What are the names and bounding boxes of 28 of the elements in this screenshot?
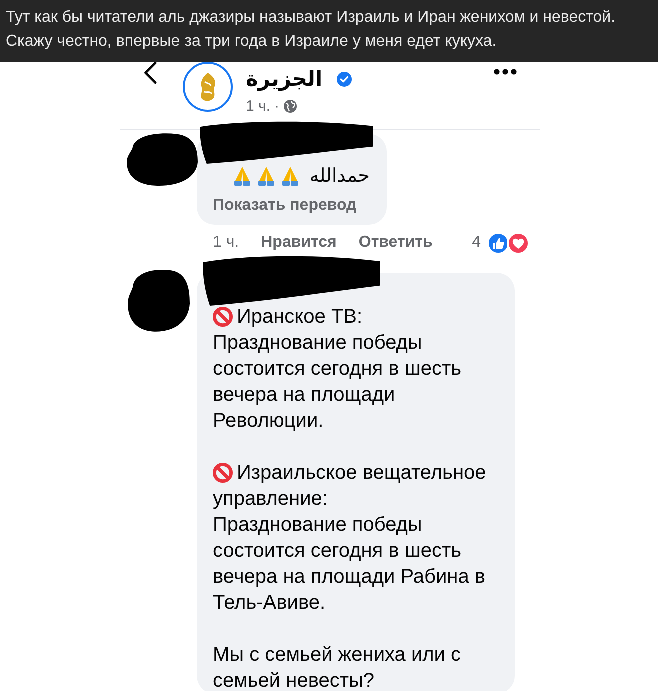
comment-text: Израильское вещательное — [237, 461, 486, 486]
reaction-count: 4 — [472, 234, 481, 252]
dot-separator: · — [274, 98, 280, 114]
praying-hands-icon — [232, 166, 253, 186]
comment-text: управление: Празднование победы состоится сегодня в шесть вечера на площади Рабина в Тель-Авиве. — [213, 487, 486, 616]
more-icon[interactable] — [494, 69, 517, 75]
praying-hands-icon — [280, 166, 301, 186]
comment-text: Иранское ТВ: — [237, 305, 363, 330]
redaction-scribble — [128, 268, 190, 333]
back-icon[interactable] — [144, 62, 157, 84]
caption-text: Тут как бы читатели аль джазиры называют Израиль и Иран женихом и невестой. Скажу честно, впервые за три года в Израиле у меня едет кукуха. — [6, 8, 616, 52]
comment-time: 1 ч. — [213, 234, 240, 252]
like-reaction-icon — [487, 232, 510, 254]
post-time[interactable]: 1 ч. — [246, 98, 270, 114]
like-link[interactable]: Нравится — [261, 234, 337, 252]
reply-link[interactable]: Ответить — [358, 234, 433, 252]
love-reaction-icon — [507, 232, 530, 254]
praying-hands-icon — [256, 166, 277, 186]
comment-text: حمدالله — [310, 164, 370, 189]
comment-text: Мы с семьей жениха или с семьей невесты? — [213, 643, 462, 691]
redaction-scribble — [127, 132, 198, 187]
prohibited-icon — [213, 463, 233, 483]
globe-icon — [284, 100, 296, 112]
channel-name[interactable]: الجزيرة — [246, 64, 323, 94]
translate-link[interactable]: Показать перевод — [213, 195, 357, 217]
channel-avatar[interactable] — [183, 62, 233, 112]
prohibited-icon — [213, 307, 233, 327]
comment-text: Празднование победы состоится сегодня в шесть вечера на площади Революции. — [213, 331, 462, 434]
